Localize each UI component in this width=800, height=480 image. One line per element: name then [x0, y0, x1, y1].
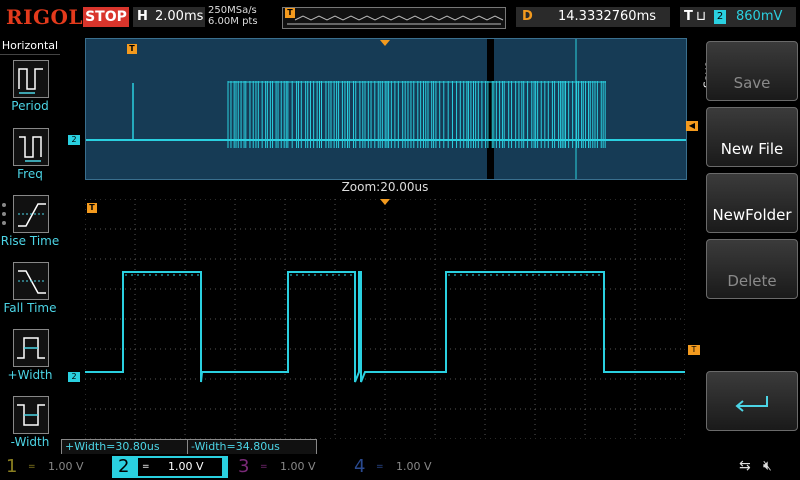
- overview-waveform: [86, 39, 686, 179]
- frequency-label: Freq: [17, 167, 43, 181]
- measure-negative-width-button[interactable]: -Width: [0, 392, 60, 454]
- period-label: Period: [11, 99, 49, 113]
- negative-width-measurement[interactable]: -Width=34.80us: [187, 439, 317, 455]
- channel-3-coupling: =: [260, 462, 268, 472]
- horizontal-measure-menu: Horizontal Period Freq Rise Time Fall Ti…: [0, 38, 60, 454]
- channel-2-number: 2: [118, 456, 130, 477]
- measure-frequency-button[interactable]: Freq: [0, 124, 60, 186]
- zoom-trigger-tag: T: [87, 203, 97, 213]
- top-status-bar: RIGOL STOP H 2.00ms 250MSa/s 6.00M pts T…: [0, 0, 800, 36]
- enter-button[interactable]: [706, 371, 798, 431]
- overview-burst: [227, 81, 606, 148]
- channel-3-tab[interactable]: 3 = 1.00 V: [232, 456, 340, 478]
- memory-depth: 6.00M pts: [208, 16, 258, 27]
- enter-icon: [735, 396, 768, 412]
- new-folder-button[interactable]: NewFolder: [706, 173, 798, 233]
- overview-trigger-arrow: [380, 40, 390, 46]
- channel-2-coupling: =: [142, 462, 150, 472]
- trigger-position-marker: T: [285, 8, 295, 18]
- channel-1-scale: 1.00 V: [48, 460, 84, 473]
- new-folder-button-label: NewFolder: [712, 206, 792, 224]
- fall-time-icon: [13, 262, 49, 300]
- overview-ch2-marker: 2: [68, 135, 80, 145]
- channel-4-scale: 1.00 V: [396, 460, 432, 473]
- channel-1-coupling: =: [28, 462, 36, 472]
- zoom-trigger-level-marker: T: [688, 345, 700, 355]
- frequency-icon: [13, 128, 49, 166]
- channel-status-bar: 1 = 1.00 V 2 = 1.00 V 3 = 1.00 V 4 = 1.0…: [0, 454, 800, 480]
- delay-value: 14.3332760ms: [558, 9, 657, 24]
- measure-fall-time-button[interactable]: Fall Time: [0, 258, 60, 320]
- rise-time-icon: [13, 195, 49, 233]
- save-button-label: Save: [733, 74, 771, 92]
- timebase-display[interactable]: H 2.00ms: [133, 7, 205, 27]
- channel-3-scale: 1.00 V: [280, 460, 316, 473]
- trigger-level: 860mV: [736, 9, 783, 24]
- channel-2-info: = 1.00 V: [138, 458, 222, 476]
- run-stop-indicator[interactable]: STOP: [83, 7, 129, 27]
- channel-1-number: 1: [6, 456, 18, 477]
- zoom-ch2-marker: 2: [68, 372, 80, 382]
- delay-display[interactable]: D 14.3332760ms: [516, 7, 670, 27]
- channel-1-tab[interactable]: 1 = 1.00 V: [0, 456, 108, 478]
- channel-4-coupling: =: [376, 462, 384, 472]
- menu-title: Horizontal: [0, 38, 60, 55]
- status-icons: ⇆ 🔇︎: [705, 458, 795, 478]
- rise-time-label: Rise Time: [0, 234, 60, 248]
- channel-4-number: 4: [354, 456, 366, 477]
- trigger-display[interactable]: T ⊔ 2 860mV: [680, 7, 796, 27]
- new-file-button-label: New File: [720, 140, 784, 158]
- save-button[interactable]: Save: [706, 41, 798, 101]
- channel-3-number: 3: [238, 456, 250, 477]
- channel-2-tab[interactable]: 2 = 1.00 V: [112, 456, 228, 478]
- delay-label: D: [522, 9, 533, 24]
- measure-period-button[interactable]: Period: [0, 56, 60, 118]
- trigger-label: T: [684, 9, 693, 24]
- trigger-edge-icon: ⊔: [696, 9, 707, 24]
- channel-2-scale: 1.00 V: [168, 460, 204, 473]
- brand-logo: RIGOL: [6, 5, 84, 29]
- zoom-waveform-grid[interactable]: [84, 198, 686, 440]
- zoom-waveform: [84, 198, 686, 440]
- channel-4-tab[interactable]: 4 = 1.00 V: [348, 456, 456, 478]
- speaker-mute-icon: 🔇︎: [763, 458, 772, 474]
- measure-rise-time-button[interactable]: Rise Time: [0, 191, 60, 253]
- sample-rate: 250MSa/s: [208, 5, 257, 16]
- memory-band-waveform: [287, 15, 504, 25]
- zoom-trigger-arrow: [380, 199, 390, 205]
- zoom-label: Zoom:20.00us: [341, 180, 429, 194]
- overview-trigger-tag: T: [127, 44, 137, 54]
- delete-button[interactable]: Delete: [706, 239, 798, 299]
- horizontal-label: H: [137, 9, 148, 24]
- measure-positive-width-button[interactable]: +Width: [0, 325, 60, 387]
- delete-button-label: Delete: [727, 272, 777, 290]
- usb-icon: ⇆: [739, 458, 751, 474]
- positive-width-icon: [13, 329, 49, 367]
- acquisition-info: 250MSa/s 6.00M pts: [208, 5, 258, 27]
- period-icon: [13, 60, 49, 98]
- positive-width-measurement[interactable]: +Width=30.80us: [61, 439, 189, 455]
- positive-width-label: +Width: [7, 368, 53, 382]
- save-menu: Save Save New File NewFolder Delete: [700, 38, 800, 454]
- new-file-button[interactable]: New File: [706, 107, 798, 167]
- memory-overview-band[interactable]: [282, 7, 506, 29]
- timebase-value: 2.00ms: [155, 9, 204, 24]
- trigger-source: 2: [714, 10, 726, 24]
- overview-window[interactable]: [85, 38, 687, 180]
- negative-width-icon: [13, 396, 49, 434]
- overview-trigger-level-marker: ◀: [686, 121, 698, 131]
- negative-width-label: -Width: [10, 435, 50, 449]
- fall-time-label: Fall Time: [3, 301, 57, 315]
